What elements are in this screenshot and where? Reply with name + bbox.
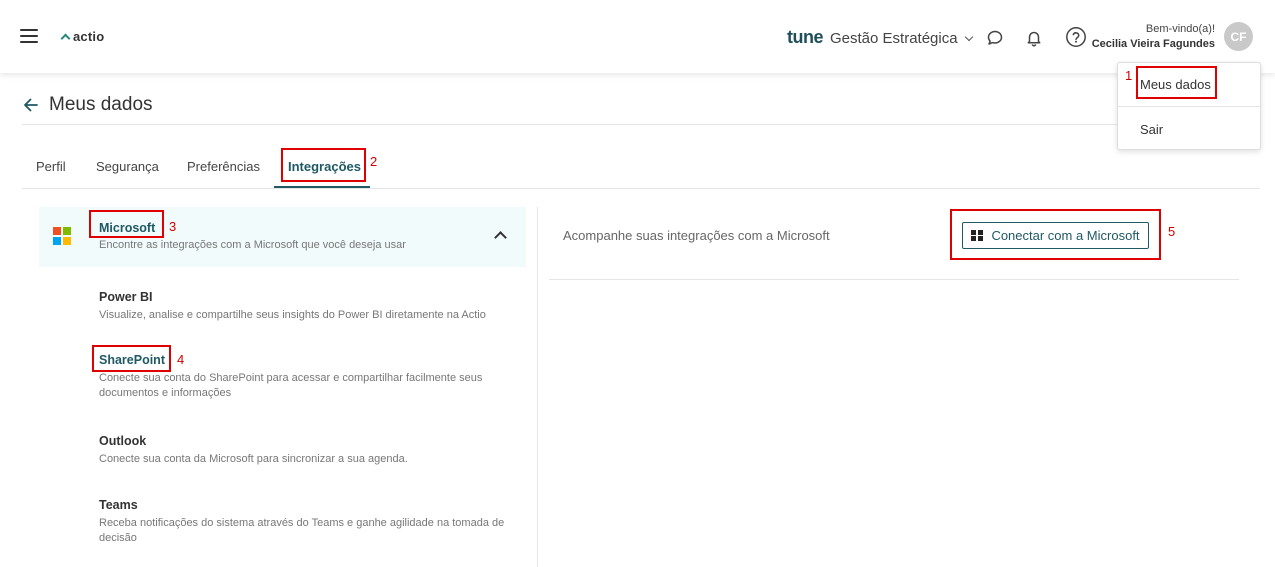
annotation-number-2: 2 [370, 154, 378, 169]
annotation-number-4: 4 [177, 352, 185, 367]
chevron-up-icon[interactable] [494, 231, 507, 244]
integration-status-text: Acompanhe suas integrações com a Microso… [563, 228, 830, 243]
tab-preferencias[interactable]: Preferências [187, 159, 260, 174]
divider [549, 279, 1239, 280]
list-item-teams[interactable]: Teams Receba notificações do sistema atr… [99, 498, 519, 546]
provider-title: Microsoft [99, 221, 156, 235]
service-title: Teams [99, 498, 138, 512]
microsoft-logo-icon [53, 227, 71, 245]
user-name: Cecilia Vieira Fagundes [1091, 38, 1215, 50]
help-icon[interactable] [1065, 26, 1087, 48]
connect-microsoft-button[interactable]: Conectar com a Microsoft [962, 222, 1149, 249]
tab-integracoes[interactable]: Integrações [288, 159, 361, 174]
annotation-number-3: 3 [169, 219, 177, 234]
page-header: Meus dados [22, 94, 153, 116]
user-menu-dropdown: Meus dados Sair [1117, 62, 1261, 150]
service-title: Outlook [99, 434, 147, 448]
welcome-text: Bem-vindo(a)! [1145, 23, 1215, 35]
annotation-number-1: 1 [1125, 68, 1133, 83]
menu-icon[interactable] [20, 29, 38, 43]
annotation-number-5: 5 [1168, 224, 1176, 239]
service-description: Receba notificações do sistema através d… [99, 517, 505, 544]
avatar[interactable]: CF [1224, 22, 1253, 51]
windows-icon [971, 229, 983, 242]
top-bar: actio tune Gestão Estratégica Bem-vindo(… [0, 0, 1275, 73]
welcome-block: Bem-vindo(a)! Cecilia Vieira Fagundes [1092, 22, 1215, 52]
logo-text: actio [73, 29, 105, 44]
service-description: Conecte sua conta da Microsoft para sinc… [99, 453, 408, 465]
connect-button-label: Conectar com a Microsoft [991, 228, 1140, 243]
divider [22, 188, 1260, 189]
bell-icon[interactable] [1024, 28, 1044, 48]
service-description: Visualize, analise e compartilhe seus in… [99, 309, 486, 321]
provider-description: Encontre as integrações com a Microsoft … [99, 239, 406, 251]
tab-perfil[interactable]: Perfil [36, 159, 66, 174]
list-item-sharepoint[interactable]: SharePoint Conecte sua conta do SharePoi… [99, 353, 519, 401]
menu-item-meus-dados[interactable]: Meus dados [1118, 63, 1260, 107]
product-switcher[interactable]: tune Gestão Estratégica [787, 27, 973, 48]
product-name: Gestão Estratégica [830, 30, 958, 47]
divider [22, 124, 1260, 125]
chevron-down-icon [964, 32, 973, 42]
chat-icon[interactable] [985, 28, 1005, 48]
logo-chevron-icon [60, 33, 71, 44]
product-brand: tune [787, 27, 824, 47]
menu-item-sair[interactable]: Sair [1118, 107, 1260, 151]
page-title: Meus dados [49, 94, 153, 115]
panel-divider [537, 207, 538, 567]
back-arrow-icon[interactable] [22, 96, 40, 114]
actio-logo[interactable]: actio [60, 29, 105, 44]
service-title: Power BI [99, 290, 153, 304]
service-title: SharePoint [99, 353, 165, 367]
microsoft-integration-header[interactable]: Microsoft Encontre as integrações com a … [39, 207, 526, 267]
tab-seguranca[interactable]: Segurança [96, 159, 159, 174]
list-item-power-bi[interactable]: Power BI Visualize, analise e compartilh… [99, 290, 519, 323]
list-item-outlook[interactable]: Outlook Conecte sua conta da Microsoft p… [99, 434, 519, 467]
service-description: Conecte sua conta do SharePoint para ace… [99, 372, 483, 399]
